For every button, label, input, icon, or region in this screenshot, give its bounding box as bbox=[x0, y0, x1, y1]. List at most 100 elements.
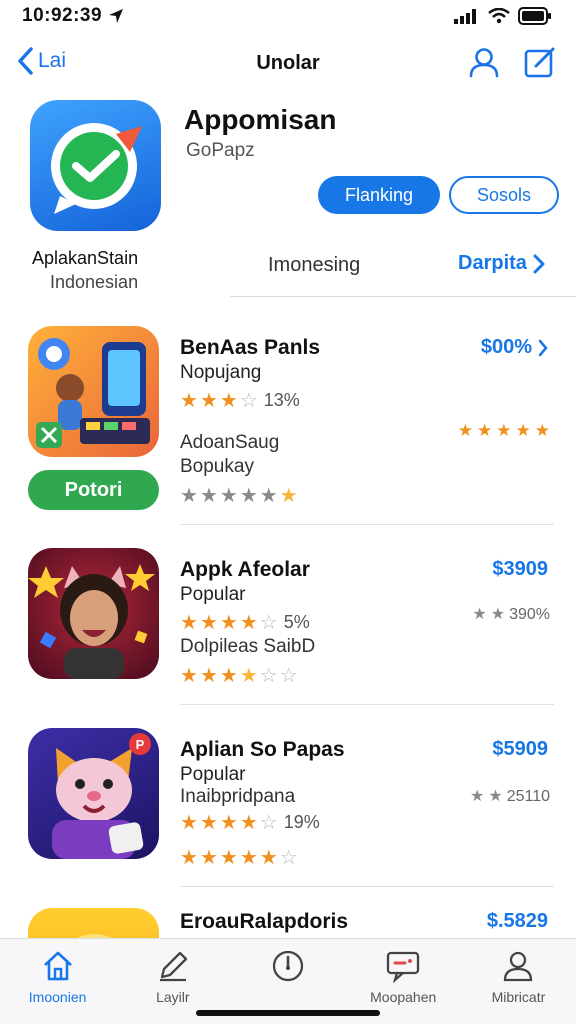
secondary-star-rating: ★ ★ ★ ★ ★ ★ bbox=[180, 486, 298, 506]
tab-home[interactable]: Imoonien bbox=[0, 939, 115, 1024]
right-rating: ★ ★ 25110 bbox=[470, 788, 550, 806]
app-icon-kids bbox=[28, 326, 159, 457]
star-icon: ★ bbox=[199, 665, 218, 687]
pen-icon bbox=[159, 951, 187, 982]
tab-label: Mibricatr bbox=[491, 989, 546, 1005]
app-category: Nopujang bbox=[180, 362, 262, 383]
right-rating-text: 25110 bbox=[506, 788, 550, 805]
price-label: $5909 bbox=[492, 738, 548, 760]
status-time: 10:92:39 bbox=[22, 5, 124, 27]
social-button[interactable]: Sosols bbox=[449, 176, 559, 214]
star-icon: ★ bbox=[219, 665, 238, 687]
star-icon: ★ bbox=[490, 606, 506, 623]
chat-bubble-icon bbox=[51, 123, 142, 214]
location-arrow-icon bbox=[109, 9, 124, 23]
star-icon: ★ bbox=[496, 421, 512, 440]
star-icon: ★ bbox=[515, 421, 531, 440]
home-indicator[interactable] bbox=[196, 1010, 380, 1016]
star-icon: ★ bbox=[199, 611, 218, 634]
star-outline-icon: ☆ bbox=[279, 847, 298, 869]
app-category: Popular bbox=[180, 764, 246, 785]
divider bbox=[180, 886, 554, 887]
right-rating-text: 390% bbox=[509, 606, 550, 623]
star-icon: ★ bbox=[239, 611, 258, 634]
app-price[interactable]: $5909 bbox=[492, 738, 548, 761]
price-label: $3909 bbox=[492, 558, 548, 580]
star-icon: ★ bbox=[180, 847, 198, 869]
star-icon: ★ bbox=[219, 389, 238, 412]
cat-illustration-icon: P bbox=[52, 733, 151, 859]
app-price[interactable]: $3909 bbox=[492, 558, 548, 581]
star-icon: ★ bbox=[457, 421, 473, 440]
divider bbox=[180, 524, 554, 525]
featured-app: Appomisan GoPapz Flanking Sosols Aplakan… bbox=[0, 96, 576, 297]
star-icon: ★ bbox=[239, 665, 258, 687]
price-label: $.5829 bbox=[486, 910, 548, 932]
star-icon: ★ bbox=[219, 485, 238, 507]
star-icon: ★ bbox=[259, 485, 278, 507]
star-icon: ★ bbox=[219, 847, 238, 869]
status-indicators bbox=[454, 7, 552, 25]
tab-profile[interactable]: Mibricatr bbox=[461, 939, 576, 1024]
wifi-icon bbox=[488, 8, 510, 24]
app-icon-character bbox=[28, 548, 159, 679]
secondary-title: Dolpileas SaibD bbox=[180, 636, 316, 657]
secondary-star-rating: ★ ★ ★ ★ ★ ☆ bbox=[180, 848, 298, 868]
compass-icon bbox=[272, 950, 304, 982]
star-rating: ★ ★ ★ ★ ☆ bbox=[180, 613, 278, 633]
category-tab[interactable]: Imonesing bbox=[268, 254, 360, 277]
app-rating: ★ ★ ★ ☆ 13% bbox=[180, 390, 300, 411]
account-icon[interactable] bbox=[466, 44, 502, 80]
app-title: BenAas Panls bbox=[180, 336, 321, 359]
navigation-bar: Lai Unolar bbox=[0, 38, 576, 90]
rating-text: 13% bbox=[263, 390, 300, 410]
app-title: Appk Afeolar bbox=[180, 558, 310, 581]
secondary-star-rating: ★ ★ ★ ★ ☆ ☆ bbox=[180, 666, 298, 686]
star-icon: ★ bbox=[239, 811, 258, 834]
app-price[interactable]: $.5829 bbox=[487, 910, 548, 933]
app-title: Aplian So Papas bbox=[180, 738, 345, 761]
divider bbox=[230, 296, 576, 297]
star-icon: ★ bbox=[199, 485, 218, 507]
star-rating: ★ ★ ★ ☆ bbox=[180, 391, 258, 411]
featured-app-subtitle: GoPapz bbox=[186, 140, 255, 161]
install-button[interactable]: Potori bbox=[28, 470, 159, 510]
app-icon-cat: P bbox=[28, 728, 159, 859]
list-item[interactable]: BenAas Panls Nopujang $00% ★ ★ ★ ☆ 13% ★… bbox=[0, 318, 576, 525]
star-icon: ★ bbox=[239, 485, 258, 507]
featured-app-title: Appomisan bbox=[184, 104, 337, 135]
status-time-text: 10:92:39 bbox=[22, 5, 103, 26]
game-illustration-icon bbox=[36, 338, 150, 448]
star-icon: ★ bbox=[180, 485, 198, 507]
star-icon: ★ bbox=[488, 788, 503, 805]
ranking-button[interactable]: Flanking bbox=[318, 176, 440, 214]
star-outline-icon: ☆ bbox=[259, 665, 278, 687]
star-icon: ★ bbox=[259, 847, 278, 869]
profile-icon bbox=[504, 951, 533, 982]
star-icon: ★ bbox=[180, 611, 198, 634]
signal-icon bbox=[454, 9, 476, 24]
list-item[interactable]: EroauRalapdoris $.5829 bbox=[0, 904, 576, 938]
rating-text: 19% bbox=[283, 812, 320, 832]
svg-text:P: P bbox=[136, 737, 145, 752]
list-item[interactable]: P Aplian So Papas Popular $5909 Inaibpri… bbox=[0, 720, 576, 920]
app-icon-coin bbox=[28, 908, 159, 938]
chevron-right-icon bbox=[538, 339, 548, 356]
tab-label: Moopahen bbox=[370, 989, 437, 1005]
see-all-link[interactable]: Darpita bbox=[458, 252, 545, 275]
divider bbox=[180, 704, 554, 705]
home-icon bbox=[43, 951, 72, 981]
app-price[interactable]: $00% bbox=[481, 336, 548, 359]
featured-app-icon[interactable] bbox=[30, 100, 161, 231]
star-icon: ★ bbox=[477, 421, 493, 440]
coin-illustration-icon bbox=[76, 934, 112, 938]
compose-icon[interactable] bbox=[522, 44, 558, 80]
list-item[interactable]: Appk Afeolar Popular $3909 ★ ★ ★ ★ ☆ 5% … bbox=[0, 540, 576, 740]
right-star-rating: ★ ★ ★ ★ ★ bbox=[458, 422, 550, 439]
price-label: $00% bbox=[480, 336, 532, 358]
tab-label: Imoonien bbox=[28, 989, 87, 1005]
secondary-subtitle: Bopukay bbox=[180, 456, 254, 477]
tab-label: Layilr bbox=[156, 989, 190, 1005]
app-title: EroauRalapdoris bbox=[180, 910, 349, 933]
rating-text: 5% bbox=[283, 612, 310, 632]
